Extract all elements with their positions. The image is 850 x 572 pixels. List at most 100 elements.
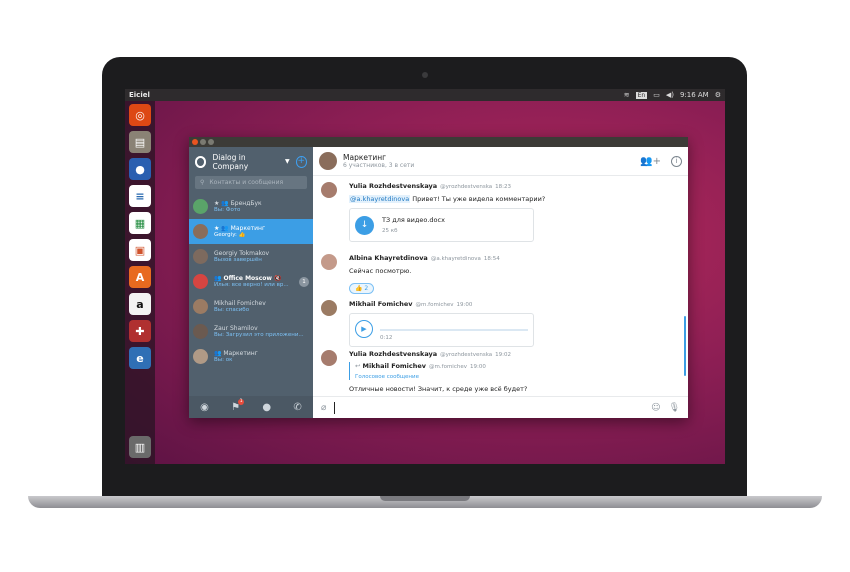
quote-author: ↩ Mikhail Fomichev @m.fomichev 19:00: [355, 362, 486, 370]
calc-icon[interactable]: ▦: [129, 212, 151, 234]
chat-text: Zaur Shamilov Вы: Загрузил это приложени.…: [214, 325, 309, 338]
message-composer: ⌀ ☺ 🎙: [313, 396, 688, 418]
voice-message: ▶ 0:12: [349, 313, 534, 347]
chat-text: Georgiy Tokmakov Вызов завершён: [214, 250, 309, 263]
file-size: 25 кб: [382, 228, 398, 234]
search-placeholder: Контакты и сообщения: [209, 179, 284, 186]
quoted-message[interactable]: ↩ Mikhail Fomichev @m.fomichev 19:00 Голос…: [349, 362, 669, 380]
chevron-down-icon: ▼: [285, 158, 290, 165]
search-icon: ⚲: [200, 179, 205, 186]
chat-list-item[interactable]: Mikhail Fomichev Вы: спасибо: [189, 294, 313, 319]
reply-icon: ↩: [355, 362, 363, 370]
writer-icon[interactable]: ≡: [129, 185, 151, 207]
scrollbar[interactable]: [684, 316, 686, 376]
maximize-window-button[interactable]: [208, 139, 214, 145]
message-author: Yulia Rozhdestvenskaya @yrozhdestvenska 19…: [349, 350, 512, 358]
avatar[interactable]: [321, 350, 337, 366]
add-member-icon[interactable]: 👥+: [640, 156, 661, 167]
emoji-icon[interactable]: ☺: [651, 403, 660, 413]
avatar: [193, 274, 208, 289]
sidebar: Dialog in Company ▼ + ⚲ Контакты и сообщ…: [189, 147, 313, 418]
laptop-notch: [380, 496, 470, 501]
chat-name: Mikhail Fomichev: [214, 300, 266, 307]
message-time: 18:54: [483, 256, 500, 262]
chat-list-item[interactable]: ★ 👥 БрендБук Вы: Фото: [189, 194, 313, 219]
message-author: Albina Khayretdinova @a.khayretdinova 18:5…: [349, 254, 500, 262]
camera-dot: [422, 72, 428, 78]
reaction-button[interactable]: 👍 2: [349, 283, 375, 294]
notification-badge: 1: [238, 398, 245, 405]
chat-text: ★ 👥 БрендБук Вы: Фото: [214, 200, 309, 213]
new-chat-button[interactable]: +: [295, 155, 307, 168]
avatar: [193, 199, 208, 214]
avatar: [193, 349, 208, 364]
phone-icon[interactable]: ✆: [293, 402, 301, 413]
message-list: Yulia Rozhdestvenskaya @yrozhdestvenska 18…: [313, 176, 688, 396]
minimize-window-button[interactable]: [200, 139, 206, 145]
chat-list-item[interactable]: 👥 Маркетинг Вы: ок: [189, 344, 313, 369]
chat-list: ★ 👥 БрендБук Вы: Фото ★ 👥 Маркетинг Georgiy…: [189, 194, 313, 369]
quote-time: 19:00: [470, 364, 486, 370]
chat-text: ★ 👥 Маркетинг Georgiy: 👍: [214, 225, 309, 238]
message-handle: @m.fomichev: [415, 302, 454, 308]
chat-text: 👥 Office Moscow 🔇 Илья: все верно! или вр…: [214, 275, 293, 288]
avatar[interactable]: [321, 182, 337, 198]
volume-icon[interactable]: ◀): [666, 91, 674, 99]
audio-progress-track[interactable]: [380, 329, 528, 331]
firefox-icon[interactable]: ●: [129, 158, 151, 180]
ubuntu-icon[interactable]: ◎: [129, 104, 151, 126]
message-input[interactable]: [334, 401, 643, 414]
compass-icon[interactable]: ◉: [200, 402, 209, 413]
amazon-icon[interactable]: a: [129, 293, 151, 315]
top-panel: Eiciel ≋ En ▭ ◀) 9:16 AM ⚙: [125, 89, 725, 101]
audio-duration: 0:12: [380, 335, 393, 341]
chat-list-item[interactable]: 👥 Office Moscow 🔇 Илья: все верно! или вр…: [189, 269, 313, 294]
launcher: ◎ ▤ ● ≡ ▦ ▣ A a ✚ e ▥: [125, 101, 155, 464]
window-titlebar: [189, 137, 688, 147]
quote-text: Голосовое сообщение: [355, 374, 419, 380]
chat-list-item[interactable]: Zaur Shamilov Вы: Загрузил это приложени.…: [189, 319, 313, 344]
gear-icon[interactable]: ⚙: [715, 91, 721, 99]
chat-flag-icon[interactable]: ⚑ 1: [231, 398, 245, 413]
clock[interactable]: 9:16 AM: [680, 91, 709, 99]
settings-icon[interactable]: ✚: [129, 320, 151, 342]
info-icon[interactable]: i: [671, 155, 682, 167]
avatar: [193, 324, 208, 339]
chat-name: 👥 Office Moscow 🔇: [214, 275, 282, 282]
message-handle: @yrozhdestvenska: [440, 184, 493, 190]
avatar[interactable]: [321, 254, 337, 270]
files-icon[interactable]: ▤: [129, 131, 151, 153]
battery-icon[interactable]: ▭: [653, 91, 660, 99]
chat-list-item[interactable]: ★ 👥 Маркетинг Georgiy: 👍: [189, 219, 313, 244]
chat-list-item[interactable]: Georgiy Tokmakov Вызов завершён: [189, 244, 313, 269]
dialog-logo-icon: [195, 155, 207, 168]
chat-name: 👥 Маркетинг: [214, 350, 258, 357]
chat-header: Маркетинг 6 участников, 3 в сети 👥+ i: [313, 147, 688, 176]
eiciel-icon[interactable]: e: [129, 347, 151, 369]
microphone-icon[interactable]: 🎙: [669, 403, 680, 413]
workspace-header[interactable]: Dialog in Company ▼ +: [189, 147, 313, 176]
download-icon[interactable]: ↓: [355, 215, 374, 235]
chat-preview: Илья: все верно! или вр...: [214, 282, 289, 288]
chat-subtitle: 6 участников, 3 в сети: [343, 162, 415, 169]
trash-icon[interactable]: ▥: [129, 436, 151, 458]
wifi-icon[interactable]: ≋: [624, 91, 630, 99]
unread-count-badge: 1: [299, 276, 309, 287]
software-icon[interactable]: A: [129, 266, 151, 288]
keyboard-layout[interactable]: En: [635, 91, 648, 99]
search-input[interactable]: ⚲ Контакты и сообщения: [195, 176, 307, 189]
chat-preview: Вы: спасибо: [214, 307, 250, 313]
avatar[interactable]: [321, 300, 337, 316]
message-author: Yulia Rozhdestvenskaya @yrozhdestvenska 18…: [349, 182, 512, 190]
file-attachment[interactable]: ↓ ТЗ для видео.docx 25 кб: [349, 208, 534, 242]
avatar: [193, 224, 208, 239]
close-window-button[interactable]: [192, 139, 198, 145]
avatar: [193, 249, 208, 264]
chat-title: Маркетинг: [343, 153, 387, 162]
contacts-icon[interactable]: ●: [262, 402, 271, 413]
impress-icon[interactable]: ▣: [129, 239, 151, 261]
avatar[interactable]: [319, 152, 337, 170]
mention-link[interactable]: @a.khayretdinova: [349, 195, 411, 203]
paperclip-icon[interactable]: ⌀: [321, 403, 326, 413]
play-icon[interactable]: ▶: [355, 320, 373, 338]
